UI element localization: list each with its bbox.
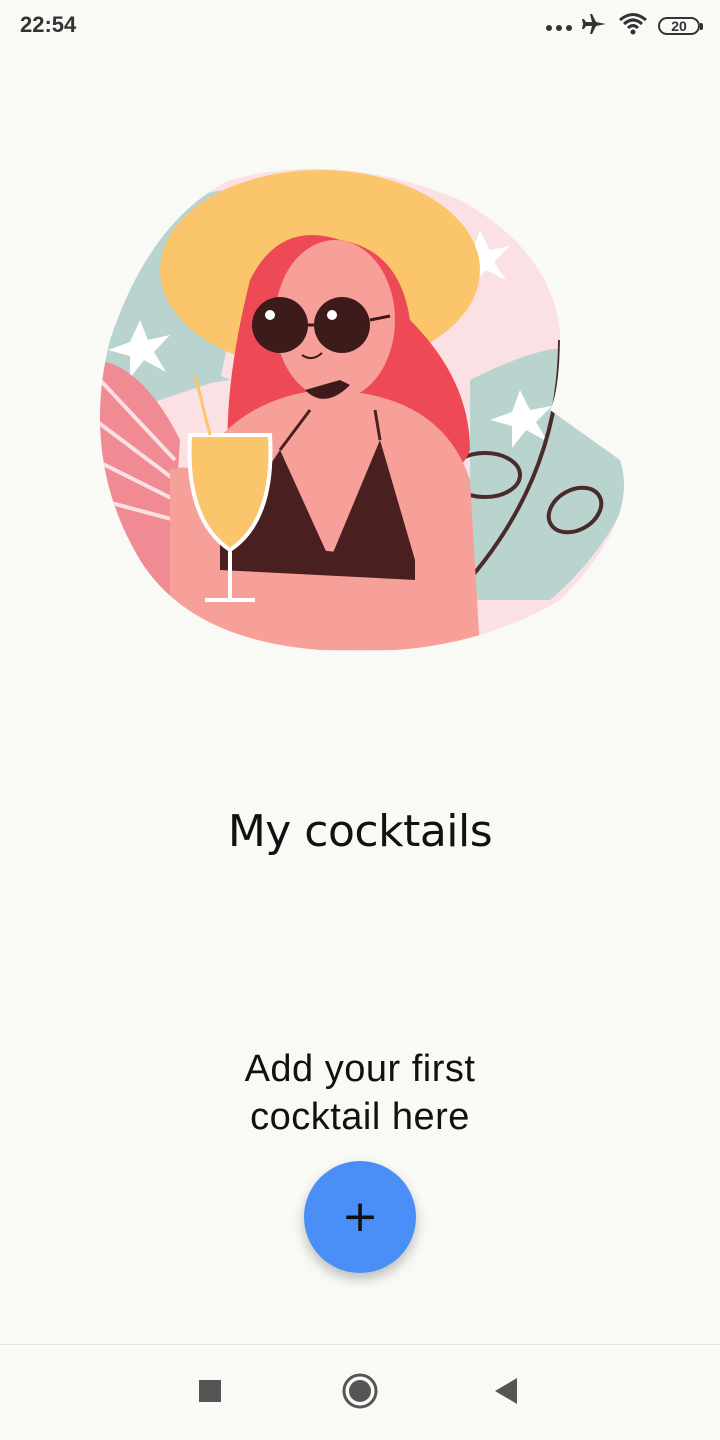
back-button[interactable]: [480, 1367, 532, 1419]
recents-square-icon: [198, 1379, 222, 1407]
system-nav-bar: [0, 1344, 720, 1440]
airplane-icon: [582, 12, 608, 40]
add-cocktail-button[interactable]: +: [304, 1161, 416, 1273]
empty-state-line-1: Add your first: [244, 1048, 476, 1090]
plus-icon: +: [341, 1191, 379, 1242]
status-icons: 20: [546, 12, 703, 40]
screen: 22:54 20 My cocktails Add your first coc…: [0, 0, 720, 1440]
battery-icon: 20: [658, 17, 703, 35]
wifi-icon: [618, 12, 648, 40]
empty-state-line-2: cocktail here: [250, 1096, 470, 1138]
back-triangle-icon: [493, 1377, 519, 1409]
empty-state-message: Add your first cocktail here: [210, 1045, 510, 1141]
status-time: 22:54: [20, 12, 77, 37]
woman-with-cocktail-illustration: [80, 160, 640, 660]
home-button[interactable]: [334, 1367, 386, 1419]
more-dots-icon: [546, 17, 572, 36]
page-title: My cocktails: [227, 806, 493, 857]
recents-button[interactable]: [184, 1367, 236, 1419]
home-circle-icon: [341, 1372, 379, 1414]
status-bar: 22:54 20: [0, 0, 720, 52]
